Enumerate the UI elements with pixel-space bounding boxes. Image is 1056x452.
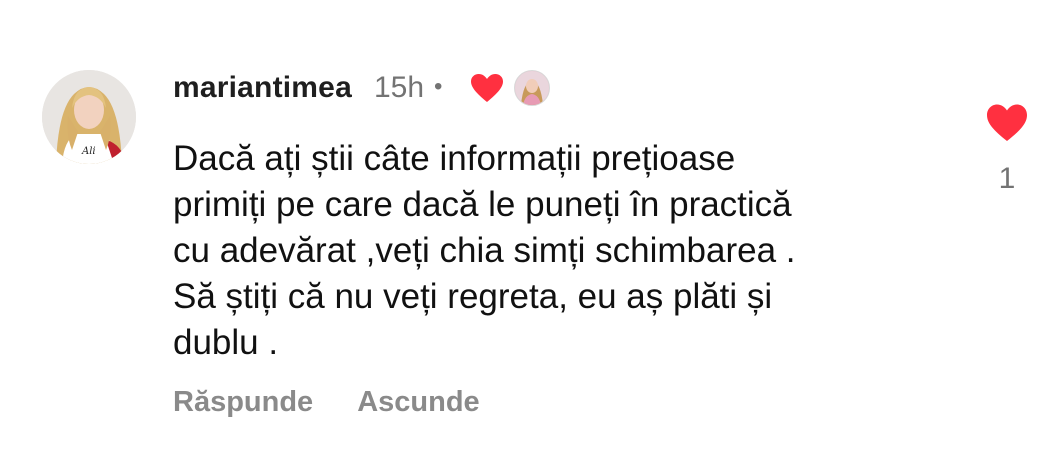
comment-actions: Răspunde Ascunde [173,386,480,419]
heart-icon [987,104,1027,141]
comment-header: mariantimea 15h • [173,68,551,108]
creator-avatar [514,70,551,106]
timestamp: 15h [373,71,425,104]
like-count: 1 [998,162,1016,195]
avatar[interactable]: Ali [42,70,136,164]
reply-button[interactable]: Răspunde [173,386,313,419]
like-button[interactable] [986,103,1028,143]
avatar-image: Ali [42,70,136,164]
heart-icon [470,73,504,103]
username[interactable]: mariantimea [173,71,352,105]
hide-button[interactable]: Ascunde [357,386,479,419]
comment-item: Ali mariantimea 15h • Dacă ați știi câte… [0,0,1056,452]
separator-dot: • [434,73,443,100]
comment-text: Dacă ați știi câte informații prețioase … [173,139,796,362]
svg-text:Ali: Ali [81,146,96,157]
